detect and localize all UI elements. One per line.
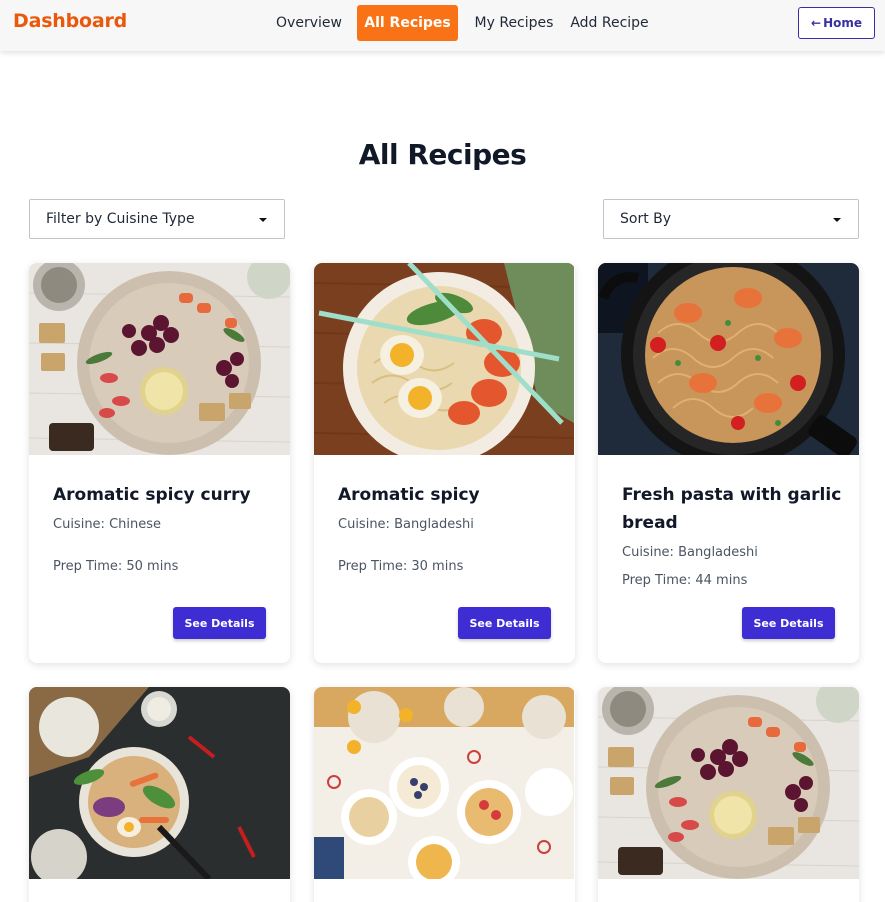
nav-link-add-recipe[interactable]: Add Recipe (566, 5, 653, 41)
see-details-button[interactable]: See Details (173, 607, 266, 639)
recipe-cuisine: Cuisine: Bangladeshi (622, 545, 758, 560)
recipe-card (29, 687, 290, 902)
page-title: All Recipes (358, 138, 527, 171)
cuisine-filter-select[interactable]: Filter by Cuisine Type (29, 199, 285, 239)
recipe-title: Fresh pasta with garlic bread (622, 485, 842, 533)
home-button-label: Home (823, 16, 862, 30)
charcuterie-board-photo (598, 687, 859, 879)
see-details-button[interactable]: See Details (458, 607, 551, 639)
recipe-title: Aromatic spicy (338, 485, 480, 505)
shrimp-pasta-pan-photo (598, 263, 859, 455)
recipe-card: Fresh pasta with garlic bread Cuisine: B… (598, 263, 859, 663)
recipe-cuisine: Cuisine: Bangladeshi (338, 517, 474, 532)
recipe-prep-time: Prep Time: 44 mins (622, 573, 748, 588)
recipe-prep-time: Prep Time: 30 mins (338, 559, 464, 574)
nav-link-overview[interactable]: Overview (270, 5, 348, 41)
sort-label: Sort By (620, 211, 672, 227)
caret-down-icon (833, 218, 841, 222)
see-details-button[interactable]: See Details (742, 607, 835, 639)
cuisine-filter-label: Filter by Cuisine Type (46, 211, 195, 227)
home-button[interactable]: ← Home (798, 7, 875, 39)
recipe-card (314, 687, 575, 902)
asian-bowl-photo (29, 687, 290, 879)
charcuterie-board-photo (29, 263, 290, 455)
nav-link-my-recipes[interactable]: My Recipes (468, 5, 560, 41)
arrow-left-icon: ← (811, 16, 822, 30)
recipe-title: Aromatic spicy curry (53, 485, 251, 505)
recipe-cuisine: Cuisine: Chinese (53, 517, 161, 532)
caret-down-icon (259, 218, 267, 222)
nav-link-all-recipes[interactable]: All Recipes (357, 5, 458, 41)
recipe-prep-time: Prep Time: 50 mins (53, 559, 179, 574)
recipe-card: Aromatic spicy curry Cuisine: Chinese Pr… (29, 263, 290, 663)
recipe-card: Aromatic spicy Cuisine: Bangladeshi Prep… (314, 263, 575, 663)
nav-links: Overview All Recipes My Recipes Add Reci… (0, 5, 885, 41)
recipe-card (598, 687, 859, 902)
brunch-table-photo (314, 687, 575, 879)
top-navbar: Dashboard Overview All Recipes My Recipe… (0, 0, 885, 51)
sort-select[interactable]: Sort By (603, 199, 859, 239)
ramen-bowl-photo (314, 263, 575, 455)
